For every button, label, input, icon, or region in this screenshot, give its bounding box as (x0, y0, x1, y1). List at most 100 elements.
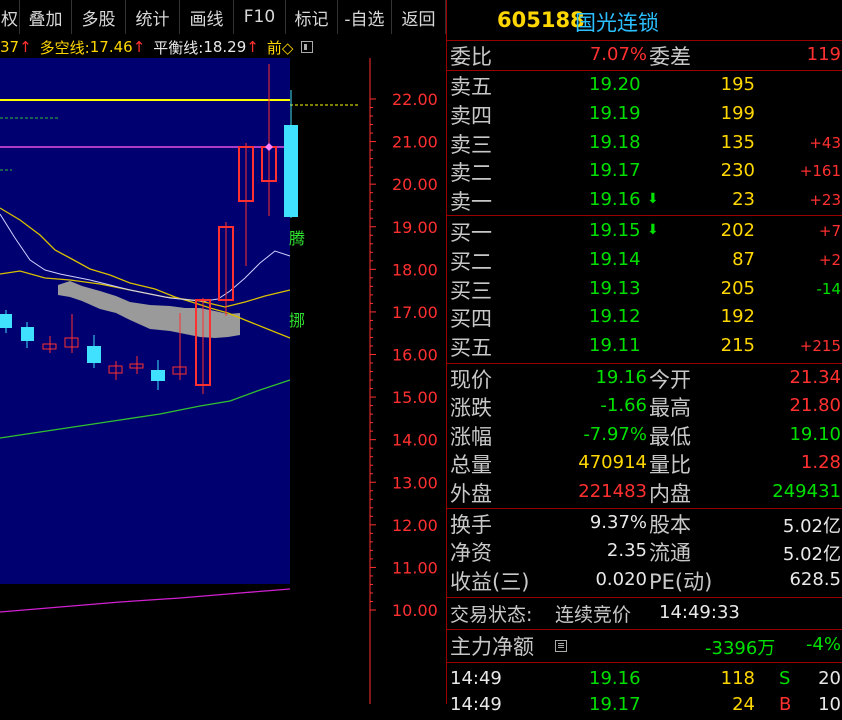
weibi-row: 委比 7.07% 委差 119 (447, 42, 842, 70)
sell-price: 19.19 (589, 102, 641, 124)
buy-row[interactable]: 买四 19.12 192 (447, 304, 842, 332)
sell-row[interactable]: 卖四 19.19 199 (447, 101, 842, 129)
stock-name[interactable]: 国光连锁 (575, 7, 659, 37)
stat-label: 内盘 (649, 481, 691, 506)
trade-time: 14:49:33 (659, 602, 740, 623)
annotation-teng: 腾 (289, 229, 305, 248)
indicator-more-label: 前◇ (266, 38, 294, 57)
buy-label: 买四 (450, 307, 492, 332)
buy-change: +7 (818, 222, 841, 240)
sell-change: +23 (809, 191, 841, 210)
info-label: PE(动) (649, 569, 713, 594)
trade-status-value: 连续竞价 (555, 604, 632, 626)
sell-row[interactable]: 卖一 19.16 ⬇ 23 +23 (447, 187, 842, 215)
stat-row: 总量 470914 量比 1.28 (447, 450, 842, 478)
tick-price: 19.17 (589, 694, 641, 715)
buy-row[interactable]: 买一 19.15 ⬇ 202 +7 (447, 218, 842, 246)
toolbar-button-quan[interactable]: 权 (0, 0, 20, 34)
menu-icon[interactable] (555, 640, 567, 652)
stat-label: 量比 (649, 453, 691, 478)
sell-price: 19.16 (589, 189, 641, 211)
stat-value: 21.80 (789, 395, 841, 417)
stat-label: 今开 (649, 368, 691, 392)
buy-price: 19.15 (589, 220, 641, 241)
pingheng-label: 平衡线: (153, 38, 204, 57)
price-tick-label: 16.00 (392, 346, 438, 365)
stat-value: -7.97% (583, 423, 647, 445)
price-tick-label: 18.00 (392, 260, 438, 279)
tick-row[interactable]: 14:49 19.16 118 S 20 (447, 666, 842, 694)
info-row: 净资 2.35 流通 5.02亿 (447, 538, 842, 566)
candle (87, 346, 101, 363)
duokong-value: 17.46 (89, 38, 133, 56)
buy-row[interactable]: 买二 19.14 87 +2 (447, 247, 842, 275)
info-value: 2.35 (606, 540, 647, 562)
price-tick-label: 22.00 (392, 90, 438, 109)
tick-time: 14:49 (450, 694, 502, 715)
stat-label: 涨幅 (450, 424, 492, 449)
ma-magenta-line (0, 588, 291, 613)
price-axis-ticks: 22.00 21.00 20.00 19.00 18.00 17.00 16.00 15.00… (370, 90, 438, 620)
info-label: 股本 (649, 513, 691, 537)
tick-row[interactable]: 14:49 19.17 24 B 10 (447, 692, 842, 720)
sell-row[interactable]: 卖二 19.17 230 +161 (447, 158, 842, 186)
price-tick-label: 17.00 (392, 303, 438, 322)
divider (447, 70, 842, 71)
weicha-value: 119 (806, 44, 841, 65)
buy-label: 买三 (450, 278, 492, 303)
sell-volume: 199 (720, 102, 755, 124)
price-tick-label: 12.00 (392, 516, 438, 535)
buy-change: +2 (818, 250, 841, 269)
trade-status-label: 交易状态: (450, 604, 533, 626)
price-tick-label: 10.00 (392, 601, 438, 620)
pingheng-value: 18.29 (203, 38, 247, 56)
info-label: 收益(三) (450, 569, 530, 594)
toolbar-button-back[interactable]: 返回 (392, 0, 446, 34)
stat-row: 涨跌 -1.66 最高 21.80 (447, 393, 842, 421)
down-arrow-icon: ⬇ (647, 222, 659, 238)
divider (447, 662, 842, 663)
buy-row[interactable]: 买三 19.13 205 -14 (447, 276, 842, 304)
kline-chart[interactable]: 22.00 21.00 20.00 19.00 18.00 17.00 16.00 15.00… (0, 58, 446, 704)
buy-label: 买五 (450, 336, 492, 361)
up-arrow-icon: ↑ (246, 38, 259, 56)
divider (447, 40, 842, 41)
buy-volume: 192 (720, 306, 755, 328)
toolbar-button-multi-stock[interactable]: 多股 (72, 0, 126, 34)
stat-value: 21.34 (789, 367, 841, 388)
toolbar-button-draw-line[interactable]: 画线 (180, 0, 234, 34)
chart-toolbar: 权 叠加 多股 统计 画线 F10 标记 -自选 返回 (0, 0, 446, 34)
info-value: 5.02亿 (782, 516, 841, 537)
sell-price: 19.20 (589, 74, 641, 95)
sell-volume: 195 (720, 74, 755, 95)
buy-price: 19.14 (589, 248, 641, 270)
stat-value: 1.28 (800, 452, 841, 474)
stat-label: 总量 (450, 453, 492, 478)
sell-volume: 230 (720, 160, 755, 182)
main-net-value: -3396万 (705, 638, 776, 659)
toolbar-button-f10[interactable]: F10 (234, 0, 286, 34)
buy-row[interactable]: 买五 19.11 215 +215 (447, 333, 842, 361)
duokong-label: 多空线: (39, 38, 90, 57)
toolbar-button-statistics[interactable]: 统计 (126, 0, 180, 34)
stock-title: 605188 国光连锁 (447, 0, 842, 40)
price-tick-label: 21.00 (392, 133, 438, 152)
toolbar-button-overlay[interactable]: 叠加 (20, 0, 72, 34)
price-tick-label: 11.00 (392, 558, 438, 577)
toolbar-button-mark[interactable]: 标记 (286, 0, 338, 34)
buy-volume: 205 (720, 277, 755, 299)
buy-label: 买一 (450, 221, 492, 245)
sell-row[interactable]: 卖三 19.18 135 +43 (447, 130, 842, 158)
main-net-row: 主力净额 -3396万 -4% (447, 632, 842, 660)
candle (284, 125, 298, 217)
buy-price: 19.13 (589, 277, 641, 299)
sell-label: 卖四 (450, 103, 492, 128)
tick-volume: 24 (732, 694, 755, 715)
divider (447, 629, 842, 630)
scroll-icon[interactable] (301, 41, 314, 53)
buy-label: 买二 (450, 249, 492, 274)
quote-panel: 605188 国光连锁 委比 7.07% 委差 119 卖五 19.20 195 卖四… (446, 0, 842, 715)
info-row: 换手 9.37% 股本 5.02亿 (447, 510, 842, 538)
sell-row[interactable]: 卖五 19.20 195 (447, 72, 842, 100)
toolbar-button-remove-watchlist[interactable]: -自选 (338, 0, 392, 34)
